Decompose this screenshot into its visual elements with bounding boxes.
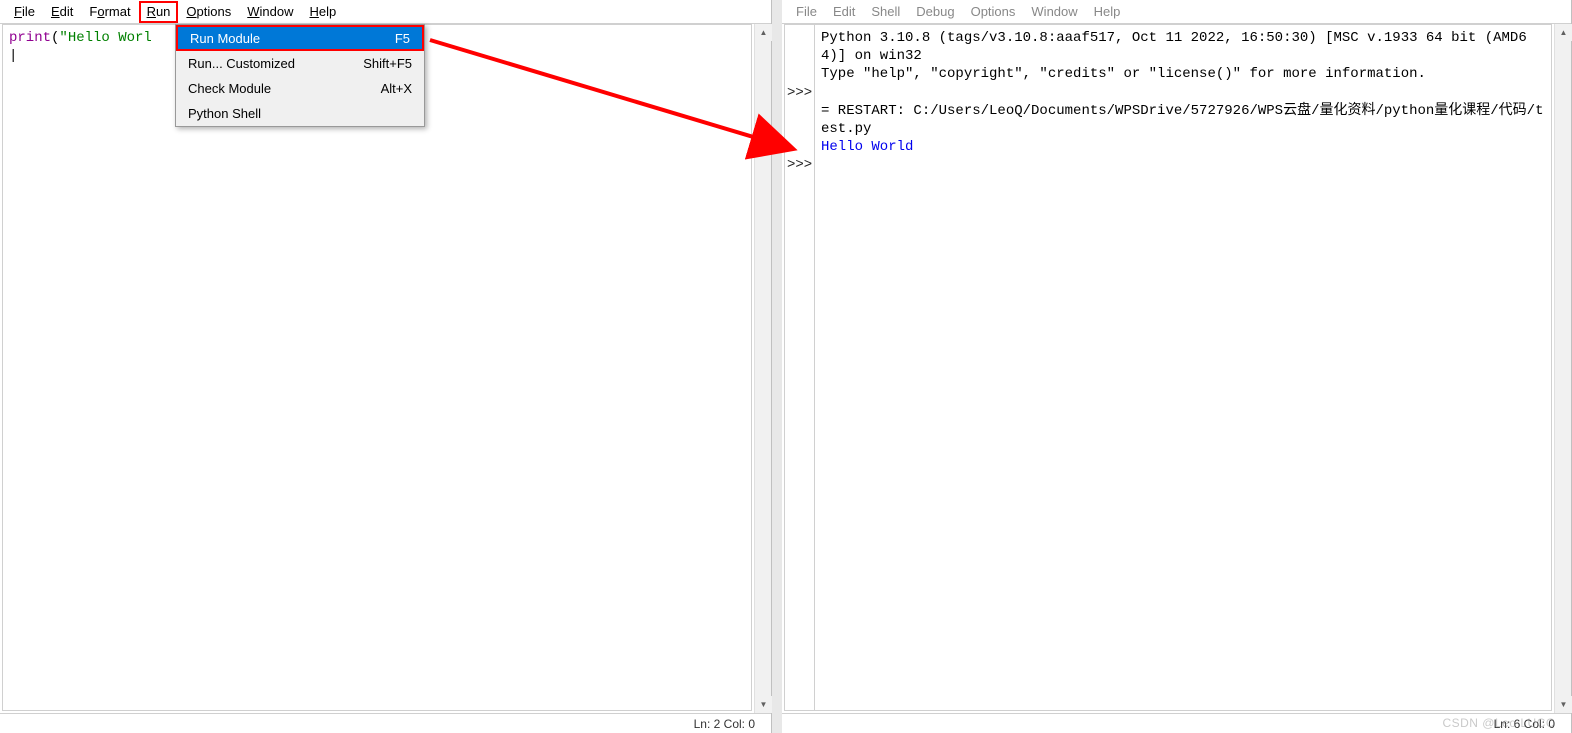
menu-item-run-module[interactable]: Run Module F5 xyxy=(176,25,424,51)
run-dropdown-menu: Run Module F5 Run... Customized Shift+F5… xyxy=(175,24,425,127)
scroll-up-icon[interactable]: ▲ xyxy=(755,24,772,41)
idle-shell-window: File Edit Shell Debug Options Window Hel… xyxy=(782,0,1572,733)
menu-options[interactable]: Options xyxy=(178,2,239,21)
menu-item-python-shell[interactable]: Python Shell xyxy=(176,101,424,126)
shell-prompt: >>> xyxy=(787,85,812,101)
menu-help[interactable]: Help xyxy=(1086,2,1129,21)
menu-item-label: Run Module xyxy=(190,31,375,46)
editor-menubar: File Edit Format Run Options Window Help xyxy=(0,0,771,24)
menu-file[interactable]: File xyxy=(788,2,825,21)
editor-status-text: Ln: 2 Col: 0 xyxy=(694,717,755,731)
code-editor[interactable]: print("Hello Worl | xyxy=(2,24,752,711)
menu-item-shortcut: F5 xyxy=(395,31,410,46)
menu-edit[interactable]: Edit xyxy=(825,2,863,21)
menu-item-check-module[interactable]: Check Module Alt+X xyxy=(176,76,424,101)
editor-statusbar: Ln: 2 Col: 0 xyxy=(0,713,771,733)
menu-item-run-customized[interactable]: Run... Customized Shift+F5 xyxy=(176,51,424,76)
shell-output-area[interactable]: Python 3.10.8 (tags/v3.10.8:aaaf517, Oct… xyxy=(814,24,1552,711)
code-token-print: print xyxy=(9,30,51,46)
code-token-string: "Hello Worl xyxy=(59,30,151,46)
scroll-down-icon[interactable]: ▼ xyxy=(1555,696,1572,713)
shell-scrollbar[interactable]: ▲ ▼ xyxy=(1554,24,1571,713)
menu-shell[interactable]: Shell xyxy=(863,2,908,21)
scroll-down-icon[interactable]: ▼ xyxy=(755,696,772,713)
shell-banner-line1: Python 3.10.8 (tags/v3.10.8:aaaf517, Oct… xyxy=(821,30,1527,64)
shell-program-output: Hello World xyxy=(821,139,913,155)
shell-prompt-gutter: >>> >>> xyxy=(784,24,814,711)
idle-editor-window: File Edit Format Run Options Window Help… xyxy=(0,0,772,733)
menu-run[interactable]: Run xyxy=(139,1,179,23)
menu-item-shortcut: Shift+F5 xyxy=(363,56,412,71)
shell-menubar: File Edit Shell Debug Options Window Hel… xyxy=(782,0,1571,24)
menu-file[interactable]: File xyxy=(6,2,43,21)
window-gap xyxy=(772,0,782,733)
menu-item-label: Check Module xyxy=(188,81,361,96)
watermark-text: CSDN @Leo LUCC xyxy=(1442,716,1555,730)
menu-help[interactable]: Help xyxy=(302,2,345,21)
menu-window[interactable]: Window xyxy=(1023,2,1085,21)
shell-content: >>> >>> Python 3.10.8 (tags/v3.10.8:aaaf5… xyxy=(782,24,1571,713)
menu-item-label: Python Shell xyxy=(188,106,392,121)
shell-prompt: >>> xyxy=(787,157,812,173)
editor-scrollbar[interactable]: ▲ ▼ xyxy=(754,24,771,713)
shell-restart-line: = RESTART: C:/Users/LeoQ/Documents/WPSDr… xyxy=(821,103,1544,137)
menu-item-label: Run... Customized xyxy=(188,56,343,71)
editor-content: print("Hello Worl | ▲ ▼ xyxy=(0,24,771,713)
scroll-up-icon[interactable]: ▲ xyxy=(1555,24,1572,41)
menu-item-shortcut: Alt+X xyxy=(381,81,412,96)
shell-banner-line2: Type "help", "copyright", "credits" or "… xyxy=(821,66,1426,82)
menu-edit[interactable]: Edit xyxy=(43,2,81,21)
menu-debug[interactable]: Debug xyxy=(908,2,962,21)
menu-options[interactable]: Options xyxy=(963,2,1024,21)
menu-window[interactable]: Window xyxy=(239,2,301,21)
menu-format[interactable]: Format xyxy=(81,2,138,21)
